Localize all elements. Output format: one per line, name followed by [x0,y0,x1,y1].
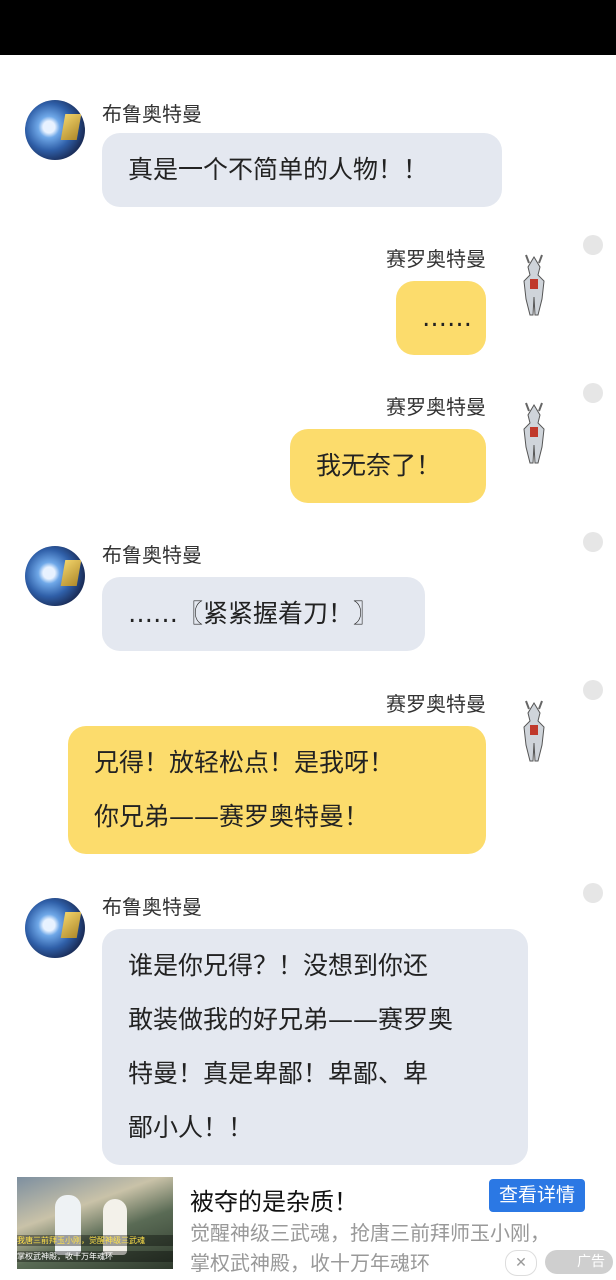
message-line: 鄙小人！！ [128,1113,254,1142]
message-line: 谁是你兄得？！没想到你还 [128,951,429,980]
ad-figure [103,1199,127,1255]
avatar-blu[interactable] [25,100,85,160]
sender-name: 布鲁奥特曼 [102,895,202,919]
ad-title[interactable]: 被夺的是杂质！ [190,1182,358,1217]
avatar-zero[interactable] [516,401,552,465]
sender-name: 赛罗奥特曼 [386,692,486,716]
ad-banner[interactable]: 我唐三前拜玉小刚，觉醒神级三武魂 掌权武神殿，收十万年魂环 被夺的是杂质！ 查看… [0,1170,616,1280]
message-bubble[interactable]: 兄得！放轻松点！是我呀！ 你兄弟——赛罗奥特曼！ [68,726,486,854]
ad-description: 觉醒神级三武魂，抢唐三前拜师玉小刚， 掌权武神殿，收十万年魂环 [190,1218,550,1278]
message-line: 敢装做我的好兄弟——赛罗奥 [128,1005,454,1034]
message-line: 你兄弟——赛罗奥特曼！ [94,802,370,831]
ad-label: 广告 [545,1250,613,1274]
status-dot [583,680,603,700]
message-bubble[interactable]: 谁是你兄得？！没想到你还 敢装做我的好兄弟——赛罗奥 特曼！真是卑鄙！卑鄙、卑 … [102,929,528,1165]
avatar-zero[interactable] [516,699,552,763]
status-dot [583,235,603,255]
ad-thumb-caption: 我唐三前拜玉小刚，觉醒神级三武魂 [17,1235,173,1246]
avatar-zero[interactable] [516,253,552,317]
message-line: 兄得！放轻松点！是我呀！ [94,748,395,777]
status-dot [583,883,603,903]
avatar-blu[interactable] [25,546,85,606]
message-line: …… [422,303,472,332]
message-bubble[interactable]: 真是一个不简单的人物！！ [102,133,502,207]
message-bubble[interactable]: …… [396,281,486,355]
status-bar [0,0,616,55]
view-details-button[interactable]: 查看详情 [489,1179,585,1212]
sender-name: 布鲁奥特曼 [102,543,202,567]
ad-thumb-caption: 掌权武神殿，收十万年魂环 [17,1251,173,1262]
message-line: 我无奈了！ [316,451,442,480]
message-line: ……〖紧紧握着刀！〗 [128,599,379,628]
avatar-blu[interactable] [25,898,85,958]
message-line: 真是一个不简单的人物！！ [128,155,429,184]
status-dot [583,532,603,552]
message-bubble[interactable]: 我无奈了！ [290,429,486,503]
ad-thumbnail[interactable]: 我唐三前拜玉小刚，觉醒神级三武魂 掌权武神殿，收十万年魂环 [17,1177,173,1269]
message-line: 特曼！真是卑鄙！卑鄙、卑 [128,1059,429,1088]
chat-area[interactable]: 布鲁奥特曼 真是一个不简单的人物！！ 赛罗奥特曼 …… 赛罗奥特曼 我无奈了！ … [0,55,616,1170]
close-icon[interactable]: ✕ [505,1250,537,1276]
ad-desc-line: 掌权武神殿，收十万年魂环 [190,1251,430,1275]
ad-desc-line: 觉醒神级三武魂，抢唐三前拜师玉小刚， [190,1221,550,1245]
message-bubble[interactable]: ……〖紧紧握着刀！〗 [102,577,425,651]
status-dot [583,383,603,403]
sender-name: 赛罗奥特曼 [386,395,486,419]
sender-name: 赛罗奥特曼 [386,247,486,271]
sender-name: 布鲁奥特曼 [102,102,202,126]
ad-figure [55,1195,81,1255]
